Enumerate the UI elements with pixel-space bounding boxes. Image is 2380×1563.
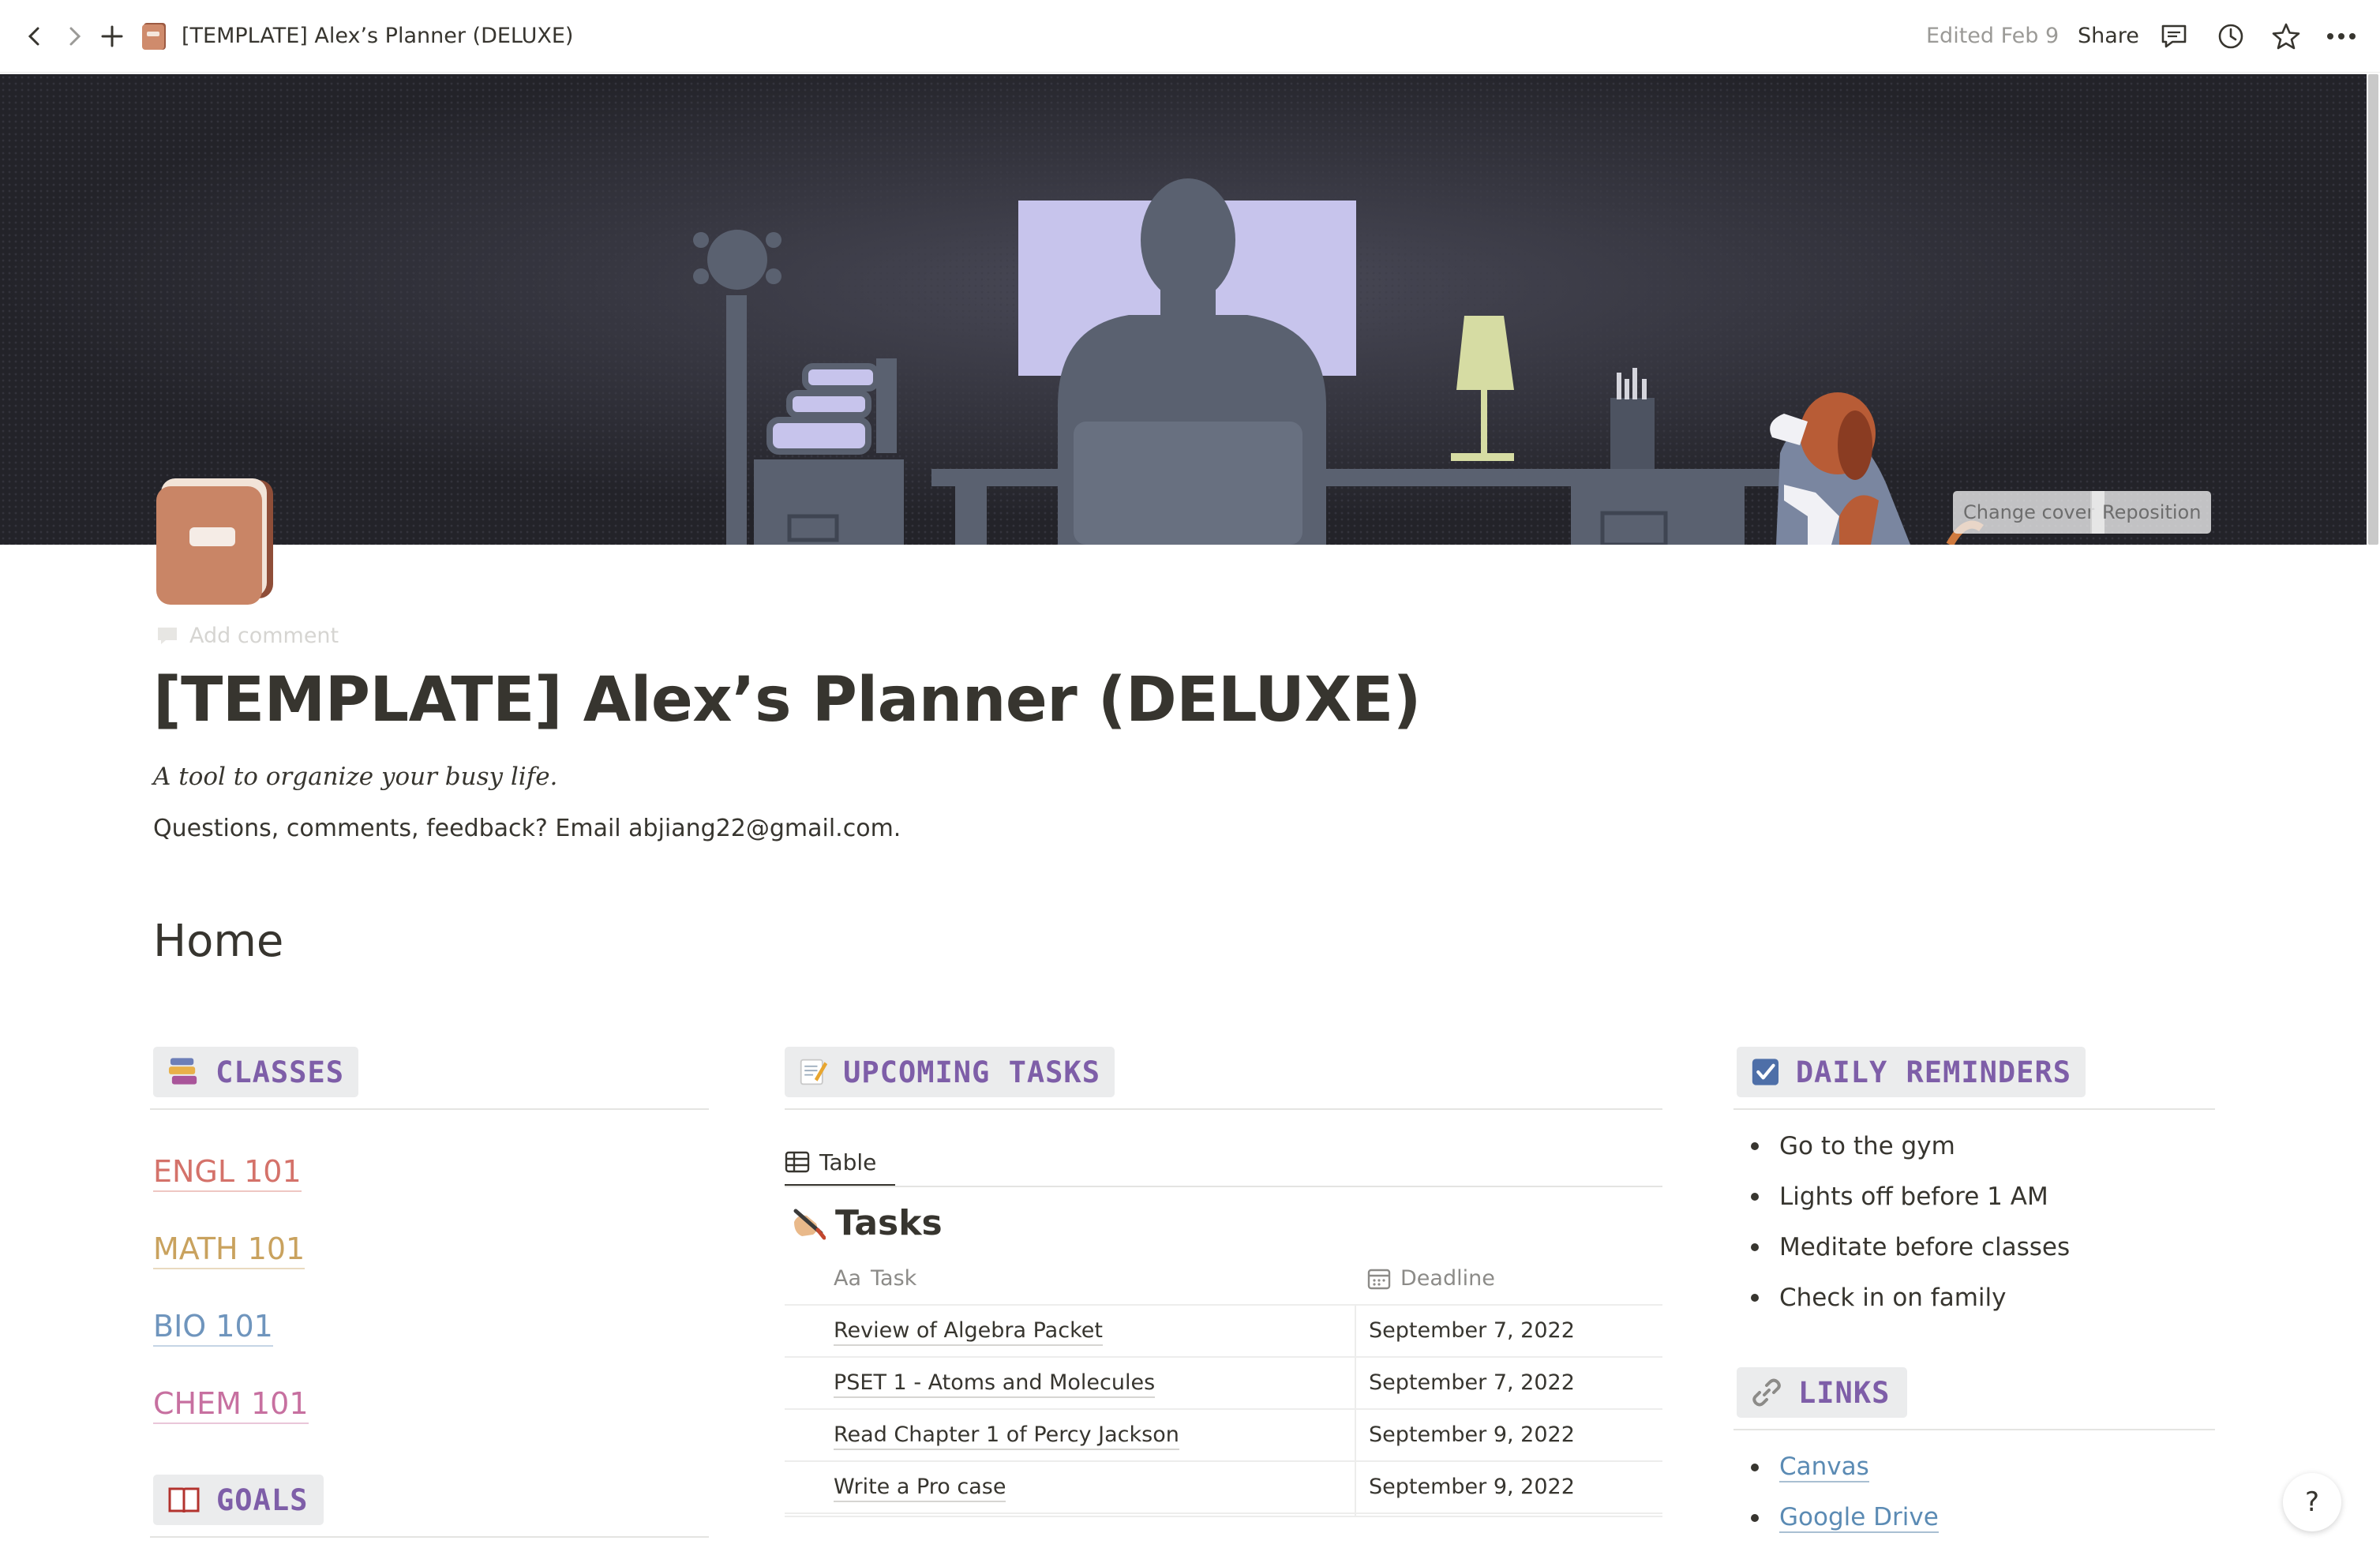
open-book-icon <box>168 1487 200 1513</box>
class-link-engl[interactable]: ENGL 101 <box>153 1154 302 1192</box>
goals-header[interactable]: GOALS <box>153 1475 324 1525</box>
link-chain-icon <box>1752 1378 1781 1407</box>
favorite-star-icon[interactable] <box>2267 17 2305 55</box>
books-stack-icon <box>168 1058 197 1085</box>
reminder-text: Go to the gym <box>1779 1132 1955 1160</box>
goals-heading: GOALS <box>216 1482 309 1517</box>
top-bar: [TEMPLATE] Alex’s Planner (DELUXE) Edite… <box>0 0 2380 73</box>
scrollbar-thumb[interactable] <box>2368 74 2378 545</box>
links-heading: LINKS <box>1798 1375 1891 1410</box>
list-item[interactable]: Go to the gym <box>1751 1132 1955 1160</box>
table-row-deadline[interactable]: September 7, 2022 <box>1369 1317 1575 1344</box>
bullet-dot <box>1751 1294 1759 1302</box>
page-title[interactable]: [TEMPLATE] Alex’s Planner (DELUXE) <box>153 665 1421 736</box>
edited-timestamp: Edited Feb 9 <box>1926 24 2060 48</box>
breadcrumb-page-title[interactable]: [TEMPLATE] Alex’s Planner (DELUXE) <box>182 21 573 52</box>
class-link-chem[interactable]: CHEM 101 <box>153 1386 309 1424</box>
page-book-icon[interactable] <box>155 478 278 605</box>
table-row-task[interactable]: Review of Algebra Packet <box>834 1317 1103 1346</box>
classes-header[interactable]: CLASSES <box>153 1047 358 1097</box>
row-divider <box>785 1304 1662 1306</box>
class-link-bio[interactable]: BIO 101 <box>153 1309 273 1347</box>
comment-icon[interactable] <box>2155 17 2193 55</box>
class-link-label: BIO 101 <box>153 1309 273 1344</box>
class-link-math[interactable]: MATH 101 <box>153 1231 305 1269</box>
table-row-deadline[interactable]: September 9, 2022 <box>1369 1474 1575 1501</box>
upcoming-tasks-heading: UPCOMING TASKS <box>843 1055 1100 1089</box>
tab-divider <box>785 1186 1662 1187</box>
writing-hand-icon <box>793 1209 826 1239</box>
reminder-text: Lights off before 1 AM <box>1779 1183 2048 1211</box>
bullet-dot <box>1751 1142 1759 1150</box>
new-page-plus-icon[interactable] <box>93 17 131 55</box>
links-divider <box>1733 1429 2215 1430</box>
tasks-table-title-text: Tasks <box>835 1203 943 1243</box>
calendar-icon <box>1367 1269 1391 1289</box>
links-header[interactable]: LINKS <box>1737 1367 1907 1418</box>
tasks-table-title[interactable]: Tasks <box>789 1203 943 1243</box>
deadline-column-header[interactable]: Deadline <box>1367 1266 1495 1291</box>
classes-divider <box>150 1108 709 1110</box>
row-divider <box>785 1460 1662 1462</box>
daily-reminders-heading: DAILY REMINDERS <box>1795 1055 2071 1089</box>
bullet-dot <box>1751 1243 1759 1251</box>
row-divider <box>785 1356 1662 1358</box>
tasks-divider <box>785 1108 1662 1110</box>
bullet-dot <box>1751 1193 1759 1201</box>
link-text[interactable]: Canvas <box>1779 1452 1869 1482</box>
link-canvas[interactable]: Canvas <box>1751 1452 1869 1482</box>
table-row-deadline[interactable]: September 7, 2022 <box>1369 1370 1575 1396</box>
cover-image <box>0 74 2367 545</box>
row-divider <box>785 1408 1662 1410</box>
task-column-label: Task <box>871 1266 917 1291</box>
upcoming-tasks-header[interactable]: UPCOMING TASKS <box>785 1047 1115 1097</box>
column-divider <box>1355 1304 1356 1516</box>
add-comment-button[interactable]: Add comment <box>156 624 339 648</box>
goals-divider <box>150 1536 709 1538</box>
checkbox-icon <box>1752 1059 1779 1085</box>
table-view-tab[interactable]: Table <box>785 1137 876 1187</box>
change-cover-button[interactable]: Change cover <box>1953 491 2105 534</box>
table-row-task[interactable]: PSET 1 - Atoms and Molecules <box>834 1370 1156 1398</box>
bullet-dot <box>1751 1514 1759 1522</box>
link-text[interactable]: Google Drive <box>1779 1503 1939 1533</box>
list-item[interactable]: Meditate before classes <box>1751 1233 2070 1261</box>
link-google-drive[interactable]: Google Drive <box>1751 1503 1939 1533</box>
forward-arrow-icon[interactable] <box>55 17 93 55</box>
memo-icon <box>800 1059 828 1085</box>
history-clock-icon[interactable] <box>2212 17 2250 55</box>
text-property-icon: Aa <box>834 1266 862 1291</box>
help-button[interactable]: ? <box>2283 1473 2341 1531</box>
home-heading[interactable]: Home <box>153 916 283 967</box>
share-button[interactable]: Share <box>2078 21 2139 52</box>
reminder-text: Check in on family <box>1779 1284 2007 1312</box>
add-comment-label: Add comment <box>189 624 339 648</box>
bullet-dot <box>1751 1464 1759 1471</box>
more-options-icon[interactable] <box>2322 17 2360 55</box>
table-row-task[interactable]: Read Chapter 1 of Percy Jackson <box>834 1422 1179 1450</box>
table-row-deadline[interactable]: September 9, 2022 <box>1369 1422 1575 1449</box>
reposition-button[interactable]: Reposition <box>2090 491 2212 534</box>
table-view-label: Table <box>819 1149 877 1175</box>
comment-icon <box>158 627 177 644</box>
page-subtitle[interactable]: A tool to organize your busy life. <box>153 763 557 791</box>
reminders-divider <box>1733 1108 2215 1110</box>
class-link-label: MATH 101 <box>153 1231 305 1266</box>
list-item[interactable]: Check in on family <box>1751 1284 2006 1312</box>
list-item[interactable]: Lights off before 1 AM <box>1751 1183 2048 1211</box>
table-row-task[interactable]: Write a Pro case <box>834 1474 1006 1502</box>
back-arrow-icon[interactable] <box>16 17 54 55</box>
class-link-label: ENGL 101 <box>153 1154 302 1189</box>
table-icon <box>785 1151 810 1173</box>
contact-text[interactable]: Questions, comments, feedback? Email abj… <box>153 815 901 842</box>
table-bottom-border <box>785 1516 1662 1517</box>
book-icon <box>136 17 174 55</box>
classes-heading: CLASSES <box>216 1055 344 1089</box>
class-link-label: CHEM 101 <box>153 1386 309 1421</box>
row-divider <box>785 1512 1662 1514</box>
reminder-text: Meditate before classes <box>1779 1233 2071 1261</box>
daily-reminders-header[interactable]: DAILY REMINDERS <box>1737 1047 2086 1097</box>
task-column-header[interactable]: Aa Task <box>834 1266 916 1291</box>
deadline-column-label: Deadline <box>1400 1266 1495 1291</box>
